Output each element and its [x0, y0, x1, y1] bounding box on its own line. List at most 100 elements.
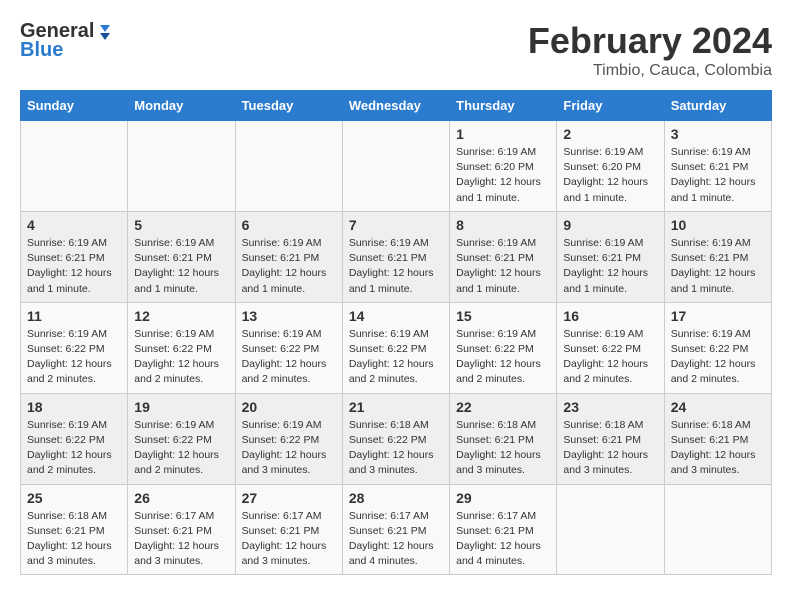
day-info: Sunrise: 6:19 AM Sunset: 6:21 PM Dayligh… [456, 236, 550, 297]
day-info: Sunrise: 6:19 AM Sunset: 6:22 PM Dayligh… [671, 327, 765, 388]
day-number: 29 [456, 490, 550, 506]
calendar-cell: 20 Sunrise: 6:19 AM Sunset: 6:22 PM Dayli… [235, 393, 342, 484]
day-info: Sunrise: 6:19 AM Sunset: 6:22 PM Dayligh… [27, 418, 121, 479]
logo: General Blue [20, 20, 114, 62]
calendar-table: SundayMondayTuesdayWednesdayThursdayFrid… [20, 90, 772, 575]
day-number: 23 [563, 399, 657, 415]
calendar-cell: 19Sunrise: 6:19 AM Sunset: 6:22 PM Dayli… [128, 393, 235, 484]
calendar-cell: 12 Sunrise: 6:19 AM Sunset: 6:22 PM Dayli… [128, 302, 235, 393]
day-info: Sunrise: 6:17 AM Sunset: 6:21 PM Dayligh… [349, 509, 443, 570]
day-header-friday: Friday [557, 91, 664, 121]
day-info: Sunrise: 6:19 AM Sunset: 6:21 PM Dayligh… [27, 236, 121, 297]
calendar-cell: 6 Sunrise: 6:19 AM Sunset: 6:21 PM Daylig… [235, 211, 342, 302]
calendar-cell: 27 Sunrise: 6:17 AM Sunset: 6:21 PM Dayli… [235, 484, 342, 575]
day-number: 6 [242, 217, 336, 233]
day-number: 9 [563, 217, 657, 233]
week-row-1: 1 Sunrise: 6:19 AM Sunset: 6:20 PM Daylig… [21, 121, 772, 212]
day-number: 1 [456, 126, 550, 142]
day-info: Sunrise: 6:18 AM Sunset: 6:21 PM Dayligh… [671, 418, 765, 479]
day-info: Sunrise: 6:17 AM Sunset: 6:21 PM Dayligh… [456, 509, 550, 570]
calendar-cell [235, 121, 342, 212]
calendar-cell: 10 Sunrise: 6:19 AM Sunset: 6:21 PM Dayli… [664, 211, 771, 302]
day-info: Sunrise: 6:19 AM Sunset: 6:20 PM Dayligh… [456, 145, 550, 206]
day-number: 14 [349, 308, 443, 324]
calendar-cell: 26 Sunrise: 6:17 AM Sunset: 6:21 PM Dayli… [128, 484, 235, 575]
day-number: 26 [134, 490, 228, 506]
calendar-cell: 18 Sunrise: 6:19 AM Sunset: 6:22 PM Dayli… [21, 393, 128, 484]
day-header-monday: Monday [128, 91, 235, 121]
calendar-cell: 25 Sunrise: 6:18 AM Sunset: 6:21 PM Dayli… [21, 484, 128, 575]
calendar-cell: 4 Sunrise: 6:19 AM Sunset: 6:21 PM Daylig… [21, 211, 128, 302]
day-number: 28 [349, 490, 443, 506]
calendar-cell [664, 484, 771, 575]
week-row-2: 4 Sunrise: 6:19 AM Sunset: 6:21 PM Daylig… [21, 211, 772, 302]
day-number: 2 [563, 126, 657, 142]
calendar-cell: 22 Sunrise: 6:18 AM Sunset: 6:21 PM Dayli… [450, 393, 557, 484]
main-title: February 2024 [528, 20, 772, 62]
day-info: Sunrise: 6:19 AM Sunset: 6:21 PM Dayligh… [242, 236, 336, 297]
day-info: Sunrise: 6:19 AM Sunset: 6:22 PM Dayligh… [134, 327, 228, 388]
calendar-cell [557, 484, 664, 575]
day-number: 7 [349, 217, 443, 233]
day-number: 3 [671, 126, 765, 142]
day-header-saturday: Saturday [664, 91, 771, 121]
day-info: Sunrise: 6:18 AM Sunset: 6:21 PM Dayligh… [27, 509, 121, 570]
calendar-cell: 15 Sunrise: 6:19 AM Sunset: 6:22 PM Dayli… [450, 302, 557, 393]
logo-blue: Blue [20, 39, 63, 62]
calendar-cell: 17 Sunrise: 6:19 AM Sunset: 6:22 PM Dayli… [664, 302, 771, 393]
day-info: Sunrise: 6:17 AM Sunset: 6:21 PM Dayligh… [134, 509, 228, 570]
day-number: 5 [134, 217, 228, 233]
day-number: 22 [456, 399, 550, 415]
day-number: 17 [671, 308, 765, 324]
day-number: 4 [27, 217, 121, 233]
day-number: 13 [242, 308, 336, 324]
calendar-cell: 7Sunrise: 6:19 AM Sunset: 6:21 PM Daylig… [342, 211, 449, 302]
calendar-cell: 11 Sunrise: 6:19 AM Sunset: 6:22 PM Dayli… [21, 302, 128, 393]
day-info: Sunrise: 6:19 AM Sunset: 6:22 PM Dayligh… [242, 418, 336, 479]
day-info: Sunrise: 6:19 AM Sunset: 6:22 PM Dayligh… [456, 327, 550, 388]
day-info: Sunrise: 6:19 AM Sunset: 6:21 PM Dayligh… [563, 236, 657, 297]
day-info: Sunrise: 6:19 AM Sunset: 6:21 PM Dayligh… [134, 236, 228, 297]
week-row-5: 25 Sunrise: 6:18 AM Sunset: 6:21 PM Dayli… [21, 484, 772, 575]
calendar-cell [21, 121, 128, 212]
day-info: Sunrise: 6:19 AM Sunset: 6:22 PM Dayligh… [563, 327, 657, 388]
calendar-cell: 13 Sunrise: 6:19 AM Sunset: 6:22 PM Dayli… [235, 302, 342, 393]
day-number: 27 [242, 490, 336, 506]
week-row-4: 18 Sunrise: 6:19 AM Sunset: 6:22 PM Dayli… [21, 393, 772, 484]
day-info: Sunrise: 6:19 AM Sunset: 6:22 PM Dayligh… [27, 327, 121, 388]
subtitle: Timbio, Cauca, Colombia [528, 62, 772, 80]
day-number: 10 [671, 217, 765, 233]
calendar-cell: 3 Sunrise: 6:19 AM Sunset: 6:21 PM Daylig… [664, 121, 771, 212]
day-info: Sunrise: 6:18 AM Sunset: 6:21 PM Dayligh… [456, 418, 550, 479]
calendar-cell: 21Sunrise: 6:18 AM Sunset: 6:22 PM Dayli… [342, 393, 449, 484]
day-info: Sunrise: 6:19 AM Sunset: 6:22 PM Dayligh… [242, 327, 336, 388]
calendar-cell: 1 Sunrise: 6:19 AM Sunset: 6:20 PM Daylig… [450, 121, 557, 212]
calendar-cell: 24Sunrise: 6:18 AM Sunset: 6:21 PM Dayli… [664, 393, 771, 484]
calendar-cell: 2 Sunrise: 6:19 AM Sunset: 6:20 PM Daylig… [557, 121, 664, 212]
calendar-cell: 14 Sunrise: 6:19 AM Sunset: 6:22 PM Dayli… [342, 302, 449, 393]
day-header-wednesday: Wednesday [342, 91, 449, 121]
day-number: 8 [456, 217, 550, 233]
calendar-cell: 16Sunrise: 6:19 AM Sunset: 6:22 PM Dayli… [557, 302, 664, 393]
calendar-cell: 23Sunrise: 6:18 AM Sunset: 6:21 PM Dayli… [557, 393, 664, 484]
day-number: 12 [134, 308, 228, 324]
day-info: Sunrise: 6:17 AM Sunset: 6:21 PM Dayligh… [242, 509, 336, 570]
day-info: Sunrise: 6:19 AM Sunset: 6:22 PM Dayligh… [134, 418, 228, 479]
calendar-cell: 5 Sunrise: 6:19 AM Sunset: 6:21 PM Daylig… [128, 211, 235, 302]
day-header-sunday: Sunday [21, 91, 128, 121]
day-number: 11 [27, 308, 121, 324]
day-info: Sunrise: 6:19 AM Sunset: 6:21 PM Dayligh… [671, 145, 765, 206]
day-info: Sunrise: 6:19 AM Sunset: 6:21 PM Dayligh… [671, 236, 765, 297]
day-number: 25 [27, 490, 121, 506]
day-info: Sunrise: 6:19 AM Sunset: 6:20 PM Dayligh… [563, 145, 657, 206]
day-number: 15 [456, 308, 550, 324]
logo-arrow-icon [96, 23, 114, 41]
day-header-tuesday: Tuesday [235, 91, 342, 121]
week-row-3: 11 Sunrise: 6:19 AM Sunset: 6:22 PM Dayli… [21, 302, 772, 393]
day-number: 20 [242, 399, 336, 415]
day-number: 18 [27, 399, 121, 415]
day-info: Sunrise: 6:19 AM Sunset: 6:22 PM Dayligh… [349, 327, 443, 388]
calendar-cell [342, 121, 449, 212]
day-info: Sunrise: 6:18 AM Sunset: 6:22 PM Dayligh… [349, 418, 443, 479]
calendar-cell: 29 Sunrise: 6:17 AM Sunset: 6:21 PM Dayli… [450, 484, 557, 575]
